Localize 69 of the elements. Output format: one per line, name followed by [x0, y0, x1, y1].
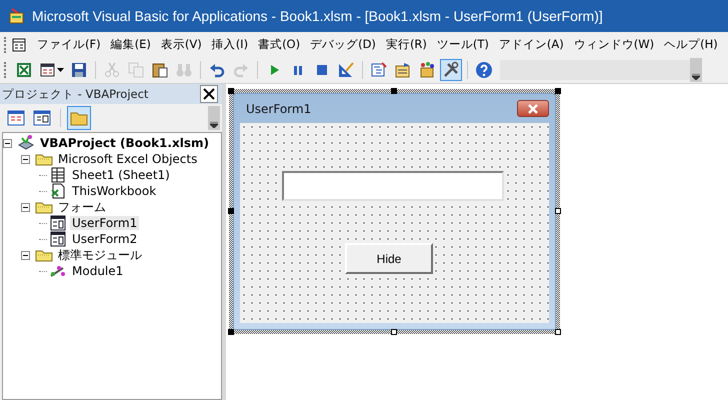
app-icon [8, 7, 26, 25]
tree-item[interactable]: フォーム [56, 198, 108, 216]
tree-item[interactable]: ThisWorkbook [70, 184, 158, 198]
tree-window-icon [370, 61, 388, 79]
help-button[interactable] [473, 59, 495, 81]
tree-item[interactable]: Module1 [70, 264, 126, 278]
panel-title: プロジェクト - VBAProject [1, 86, 148, 102]
tools-icon [442, 61, 460, 79]
ruler-triangle-icon [337, 61, 355, 79]
resize-handle[interactable] [228, 88, 234, 94]
clipboard-icon [151, 61, 169, 79]
menu-item[interactable]: 編集(E) [106, 37, 156, 52]
form-window-icon [33, 109, 51, 127]
menu-item[interactable]: 書式(O) [253, 37, 306, 52]
tree-item[interactable]: Sheet1 (Sheet1) [70, 168, 172, 182]
resize-handle[interactable] [228, 208, 234, 214]
properties-icon [394, 61, 412, 79]
text-input-field[interactable] [282, 171, 504, 201]
caret-icon [210, 122, 218, 128]
project-icon [17, 134, 35, 152]
menu-item[interactable]: ファイル(F) [32, 37, 106, 52]
form-icon [49, 230, 67, 248]
resize-handle[interactable] [391, 88, 397, 94]
help-icon [475, 61, 493, 79]
tools-button[interactable] [440, 59, 462, 81]
resize-handle[interactable] [391, 329, 397, 335]
caret-icon [692, 74, 700, 80]
close-icon [203, 88, 215, 100]
menu-item[interactable]: デバッグ(D) [305, 37, 381, 52]
tree-item[interactable]: Microsoft Excel Objects [56, 152, 200, 166]
overflow-button[interactable] [690, 58, 702, 82]
redo-icon [232, 61, 250, 79]
hide-button[interactable]: Hide [345, 243, 433, 274]
tree-item[interactable]: VBAProject (Book1.xlsm) [38, 136, 211, 150]
undo-icon [208, 61, 226, 79]
menu-item[interactable]: ツール(T) [432, 37, 494, 52]
menu-item[interactable]: 表示(V) [156, 37, 207, 52]
tree-item[interactable]: UserForm1 [70, 216, 140, 230]
close-icon [526, 104, 540, 114]
resize-handle[interactable] [555, 208, 561, 214]
excel-icon [15, 61, 33, 79]
workbook-icon [49, 182, 67, 200]
form-icon [49, 214, 67, 232]
scissors-icon [103, 61, 121, 79]
form-icon [39, 61, 57, 79]
tree-item[interactable]: 標準モジュール [56, 246, 144, 264]
form-caption: UserForm1 [246, 102, 312, 116]
box-icon [418, 61, 436, 79]
save-icon [70, 61, 88, 79]
resize-handle[interactable] [555, 329, 561, 335]
overflow-button[interactable] [208, 106, 220, 130]
close-button[interactable] [200, 85, 218, 103]
window-menu-icon[interactable] [12, 38, 26, 52]
code-window-icon [7, 109, 25, 127]
close-button[interactable] [517, 100, 549, 117]
copy-icon [127, 61, 145, 79]
menu-item[interactable]: アドイン(A) [494, 37, 569, 52]
folder-button[interactable] [67, 106, 91, 130]
binoculars-icon [175, 61, 193, 79]
resize-handle[interactable] [228, 329, 234, 335]
menu-item[interactable]: 挿入(I) [206, 37, 254, 52]
window-title: Microsoft Visual Basic for Applications - Book1.xlsm - [Book1.xlsm - UserForm1 (UserForm)] [32, 8, 603, 24]
menu-item[interactable]: ヘルプ(H) [659, 37, 723, 52]
resize-handle[interactable] [555, 88, 561, 94]
menu-item[interactable]: ウィンドウ(W) [568, 37, 660, 52]
tree-item[interactable]: UserForm2 [70, 232, 140, 246]
menu-item[interactable]: 実行(R) [380, 37, 432, 52]
caret-icon [57, 68, 64, 72]
sheet-icon [49, 166, 67, 184]
